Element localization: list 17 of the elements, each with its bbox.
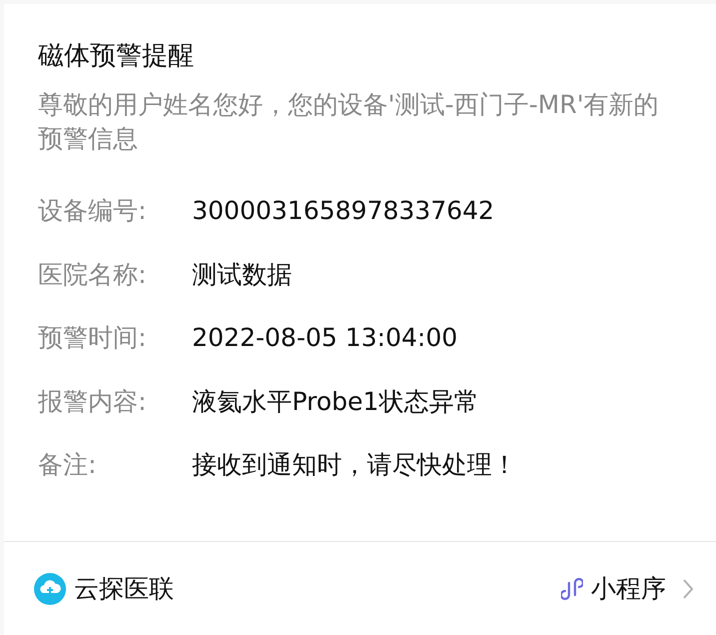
field-label: 医院名称: bbox=[38, 258, 148, 291]
mini-program-link[interactable]: 小程序 bbox=[591, 570, 666, 608]
field-label: 报警内容: bbox=[38, 386, 148, 418]
field-value: 接收到通知时，请尽快处理！ bbox=[192, 449, 517, 482]
account-name: 云探医联 bbox=[74, 572, 174, 605]
message-title: 磁体预警提醒 bbox=[38, 40, 195, 73]
field-label: 设备编号: bbox=[38, 195, 148, 228]
field-value: 测试数据 bbox=[192, 258, 292, 291]
field-value: 2022-08-05 13:04:00 bbox=[192, 322, 458, 354]
field-label: 备注: bbox=[38, 449, 98, 482]
field-label: 预警时间: bbox=[38, 322, 148, 354]
chevron-right-icon[interactable] bbox=[682, 578, 694, 600]
field-value: 3000031658978337642 bbox=[192, 195, 494, 228]
field-value: 液氦水平Probe1状态异常 bbox=[192, 386, 479, 418]
cloud-logo-icon bbox=[34, 572, 66, 604]
mini-program-icon bbox=[561, 576, 583, 600]
message-subtitle: 尊敬的用户姓名您好，您的设备'测试-西门子-MR'有新的预警信息 bbox=[38, 88, 660, 155]
